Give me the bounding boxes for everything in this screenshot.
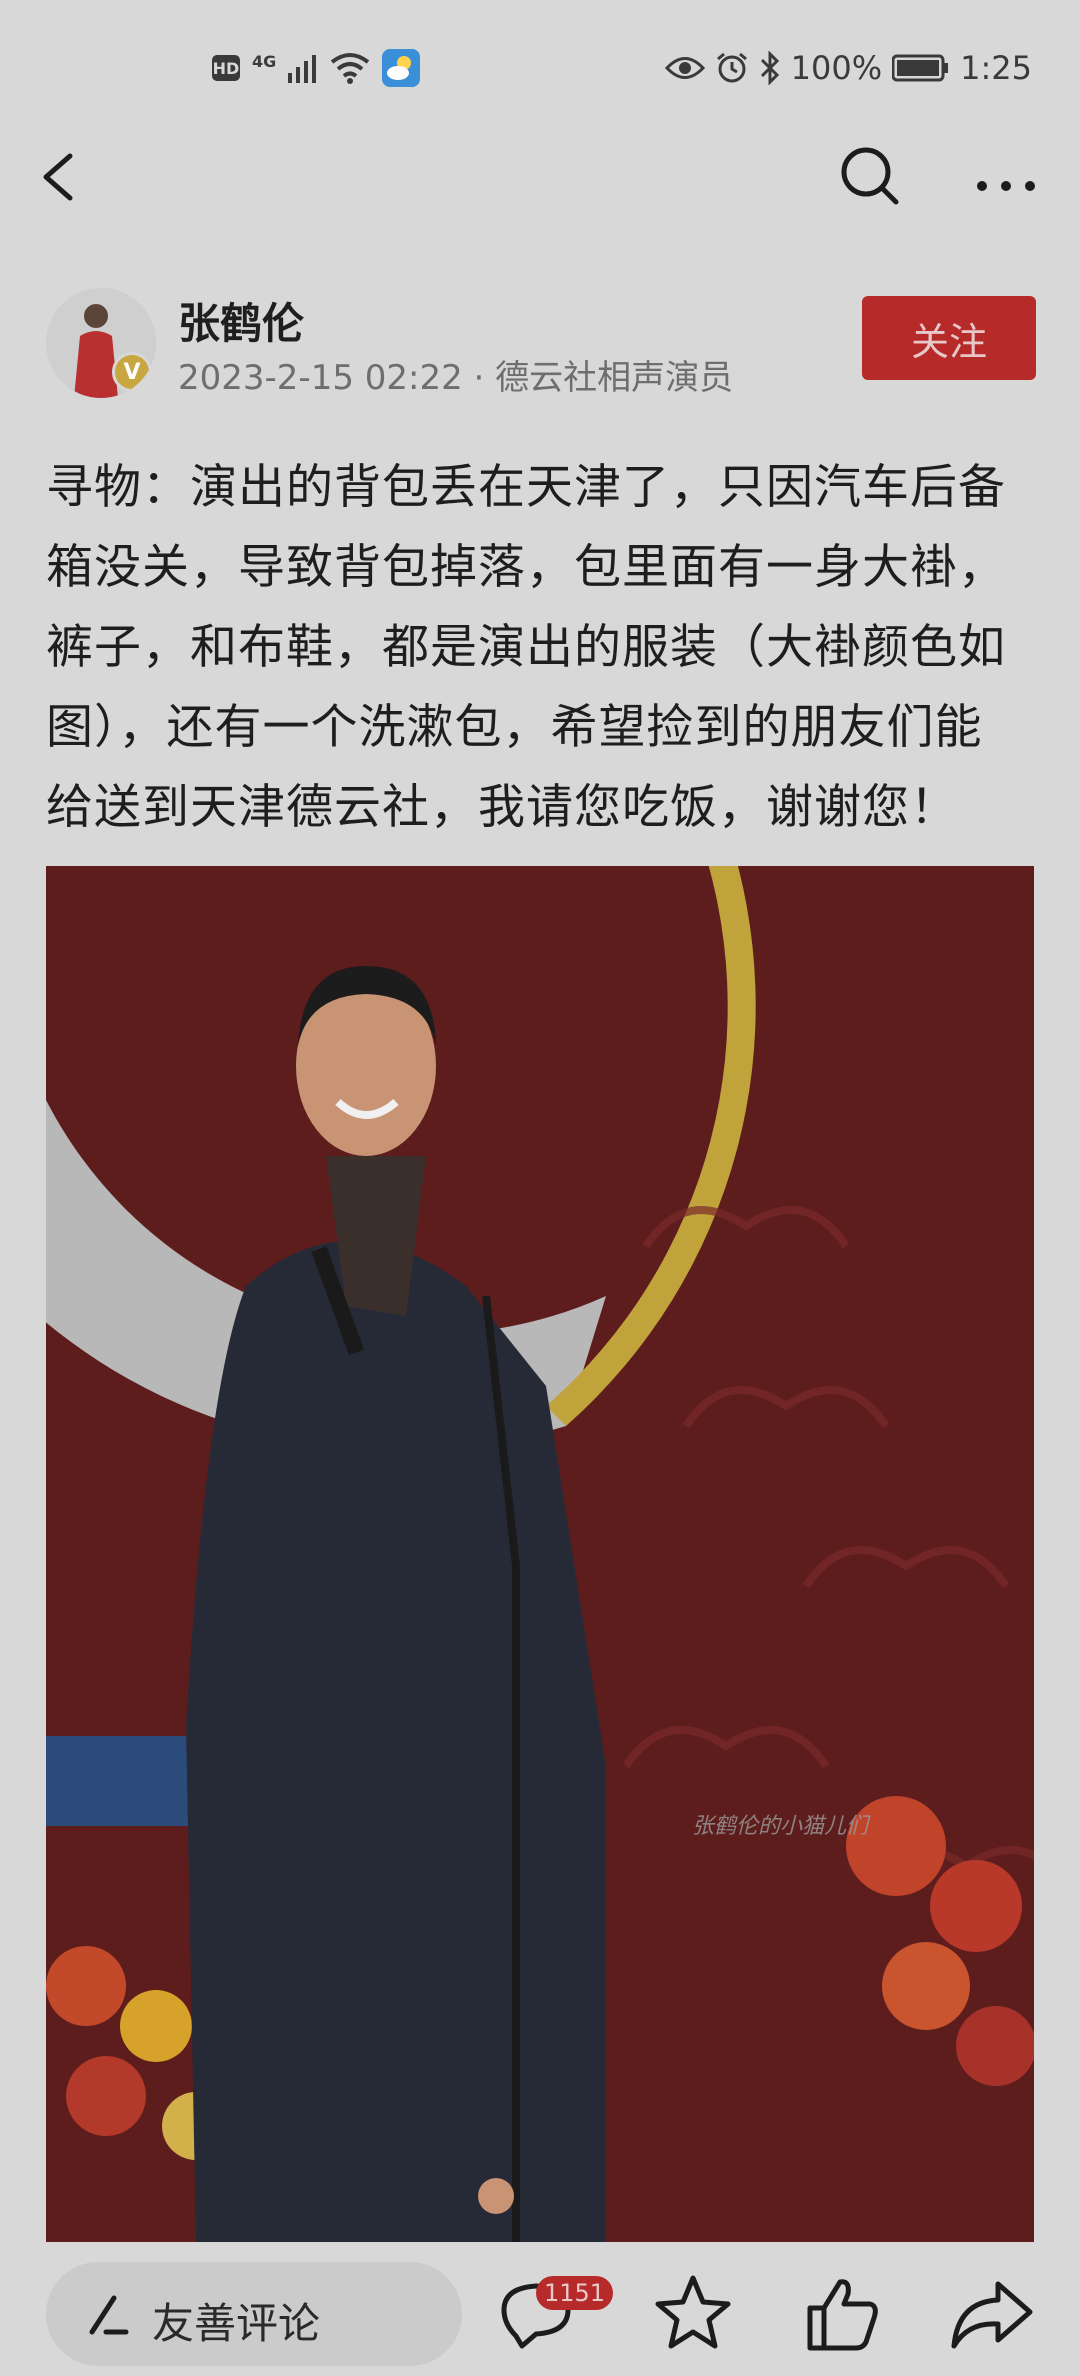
bluetooth-icon [760,51,779,85]
search-icon [841,147,899,205]
post-line: 箱没关，导致背包掉落，包里面有一身大褂， [46,540,1006,595]
post-text: 寻物：演出的背包丢在天津了，只因汽车后备 箱没关，导致背包掉落，包里面有一身大褂… [46,448,1036,848]
post-meta: 2023-2-15 02:22 · 德云社相声演员 [178,358,734,398]
follow-button[interactable]: 关注 [862,296,1036,380]
battery-icon [892,54,949,82]
status-bar: HD 4G 100% 1:25 [0,0,1080,132]
signal-icon [288,55,317,83]
author-row: V 张鹤伦 2023-2-15 02:22 · 德云社相声演员 关注 [46,288,1036,408]
share-icon [951,2281,1033,2349]
post-line: 图），还有一个洗漱包，希望捡到的朋友们能 [46,700,983,755]
author-name[interactable]: 张鹤伦 [178,290,304,351]
verified-badge: V [112,352,152,392]
post-line: 裤子，和布鞋，都是演出的服装（大褂颜色如 [46,620,1006,675]
status-right: 100% 1:25 [664,46,1032,90]
post-line: 寻物：演出的背包丢在天津了，只因汽车后备 [46,460,1006,515]
comment-input[interactable]: 友善评论 [46,2262,462,2366]
share-button[interactable] [946,2268,1036,2358]
back-arrow-icon [43,153,73,201]
bottom-action-bar: 友善评论 1151 [0,2256,1080,2376]
comment-count-badge: 1151 [536,2276,614,2310]
wifi-icon [331,53,370,84]
clock: 1:25 [960,49,1032,87]
post-image[interactable]: 张鹤伦的小猫儿们 [46,866,1034,2242]
weather-app-icon [382,49,421,87]
favorite-button[interactable] [648,2268,738,2358]
performer-photo [46,866,1034,2242]
thumbs-up-icon [807,2279,878,2351]
network-label: 4G [252,51,277,71]
pen-icon [89,2295,129,2335]
post-line: 给送到天津德云社，我请您吃饭，谢谢您！ [46,780,958,835]
status-left: HD 4G [212,46,421,90]
hd-badge: HD [212,55,240,81]
more-button[interactable] [966,142,1046,212]
alarm-icon [716,52,747,83]
more-icon [977,181,1035,191]
eye-icon [664,57,705,79]
back-button[interactable] [30,142,100,212]
battery-percent: 100% [790,49,883,87]
avatar[interactable]: V [46,288,156,398]
image-watermark: 张鹤伦的小猫儿们 [692,1814,869,1839]
like-button[interactable] [796,2268,886,2358]
star-icon [655,2275,731,2349]
search-button[interactable] [836,142,906,212]
comment-placeholder: 友善评论 [152,2299,321,2348]
app-bar [0,132,1080,224]
